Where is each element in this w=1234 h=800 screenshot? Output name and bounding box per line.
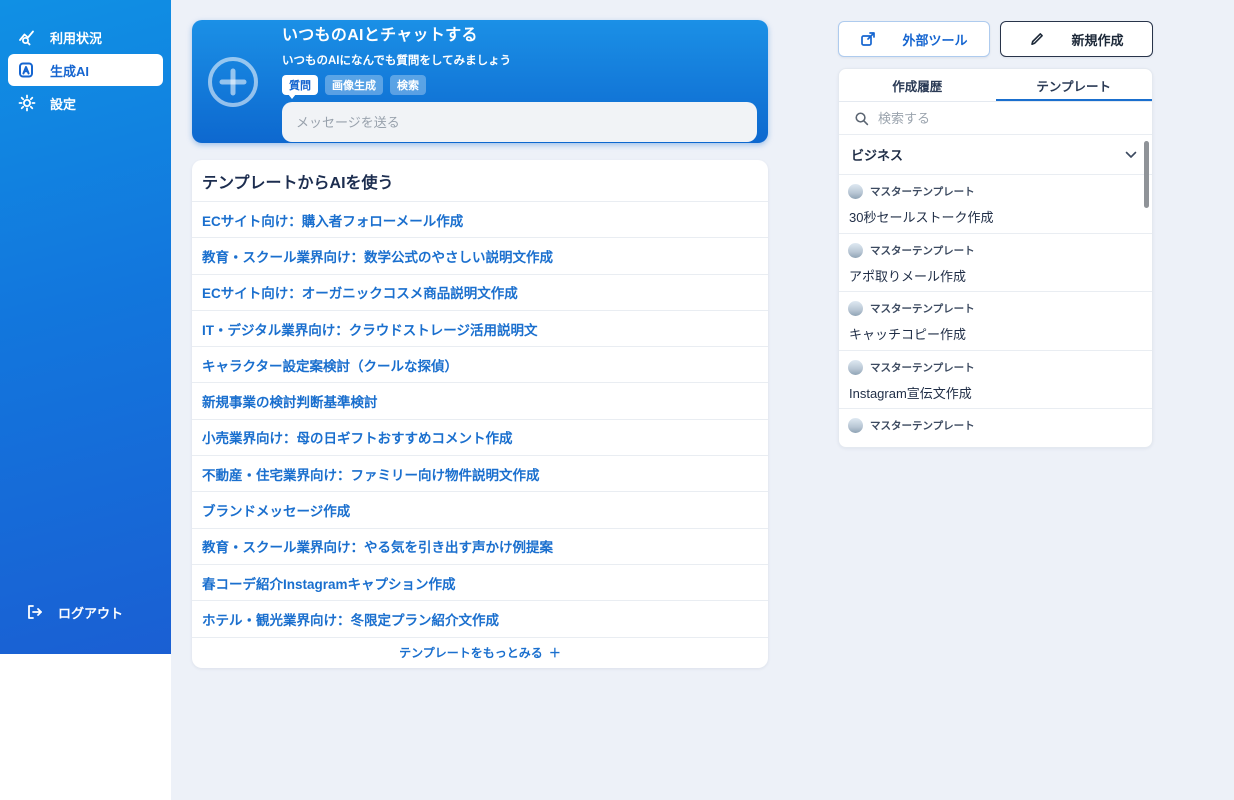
template-search bbox=[839, 102, 1152, 135]
template-title: Instagram宣伝文作成 bbox=[848, 383, 1140, 402]
new-create-button[interactable]: 新規作成 bbox=[1000, 21, 1153, 57]
panel-template-item[interactable]: マスターテンプレート 30秒セールストーク作成 bbox=[839, 175, 1152, 234]
usage-chart-icon bbox=[18, 28, 36, 46]
search-icon bbox=[854, 111, 869, 126]
mode-tags: 質問 画像生成 検索 bbox=[282, 75, 757, 95]
banner-subtitle: いつものAIになんでも質問をしてみましょう bbox=[282, 52, 757, 68]
template-link[interactable]: IT・デジタル業界向け：クラウドストレージ活用説明文 bbox=[192, 311, 768, 347]
templates-heading: テンプレートからAIを使う bbox=[192, 160, 768, 202]
banner-content: いつものAIとチャットする いつものAIになんでも質問をしてみましょう 質問 画… bbox=[282, 21, 757, 142]
logout-button[interactable]: ログアウト bbox=[16, 596, 171, 628]
template-title: キャッチコピー作成 bbox=[848, 324, 1140, 343]
tag-search[interactable]: 検索 bbox=[390, 75, 426, 95]
chevron-down-icon bbox=[1125, 151, 1137, 159]
message-input[interactable] bbox=[282, 102, 757, 142]
tag-question[interactable]: 質問 bbox=[282, 75, 318, 95]
template-link[interactable]: キャラクター設定案検討（クールな探偵） bbox=[192, 347, 768, 383]
template-badge: マスターテンプレート bbox=[870, 243, 975, 258]
tag-image-generation[interactable]: 画像生成 bbox=[325, 75, 383, 95]
templates-card: テンプレートからAIを使う ECサイト向け：購入者フォローメール作成 教育・スク… bbox=[192, 160, 768, 668]
avatar bbox=[848, 243, 863, 258]
tab-creation-history[interactable]: 作成履歴 bbox=[839, 69, 996, 101]
plus-icon: ＋ bbox=[549, 644, 561, 661]
avatar bbox=[848, 301, 863, 316]
banner-title: いつものAIとチャットする bbox=[282, 21, 757, 45]
panel-template-item[interactable]: マスターテンプレート アポ取りメール作成 bbox=[839, 234, 1152, 293]
template-link[interactable]: 教育・スクール業界向け：やる気を引き出す声かけ例提案 bbox=[192, 529, 768, 565]
template-badge: マスターテンプレート bbox=[870, 184, 975, 199]
sidebar-item-label: 設定 bbox=[50, 94, 76, 113]
template-badge: マスターテンプレート bbox=[870, 301, 975, 316]
panel-template-item[interactable]: マスターテンプレート Instagram宣伝文作成 bbox=[839, 351, 1152, 410]
category-label: ビジネス bbox=[851, 145, 903, 164]
sidebar-item-settings[interactable]: 設定 bbox=[8, 87, 163, 119]
category-business[interactable]: ビジネス bbox=[839, 135, 1152, 175]
sidebar-item-label: 生成AI bbox=[50, 61, 89, 80]
template-badge: マスターテンプレート bbox=[870, 360, 975, 375]
template-link[interactable]: ECサイト向け：オーガニックコスメ商品説明文作成 bbox=[192, 275, 768, 311]
new-create-label: 新規作成 bbox=[1071, 30, 1123, 49]
template-link[interactable]: 小売業界向け：母の日ギフトおすすめコメント作成 bbox=[192, 420, 768, 456]
template-badge: マスターテンプレート bbox=[870, 418, 975, 433]
chat-banner: いつものAIとチャットする いつものAIになんでも質問をしてみましょう 質問 画… bbox=[192, 20, 768, 143]
new-chat-plus-icon[interactable] bbox=[206, 55, 260, 109]
external-link-icon bbox=[860, 31, 876, 47]
see-more-templates-button[interactable]: テンプレートをもっとみる ＋ bbox=[192, 638, 768, 668]
template-link[interactable]: ホテル・観光業界向け：冬限定プラン紹介文作成 bbox=[192, 601, 768, 637]
template-title: 30秒セールストーク作成 bbox=[848, 207, 1140, 226]
pencil-icon bbox=[1029, 31, 1045, 47]
search-input[interactable] bbox=[878, 111, 1137, 126]
panel-scrollbar[interactable] bbox=[1144, 141, 1149, 208]
template-link[interactable]: ECサイト向け：購入者フォローメール作成 bbox=[192, 202, 768, 238]
sidebar: 利用状況 生成AI 設定 bbox=[0, 0, 171, 654]
sidebar-item-generative-ai[interactable]: 生成AI bbox=[8, 54, 163, 86]
template-link[interactable]: 不動産・住宅業界向け：ファミリー向け物件説明文作成 bbox=[192, 456, 768, 492]
logout-icon bbox=[26, 603, 44, 621]
template-link[interactable]: 春コーデ紹介Instagramキャプション作成 bbox=[192, 565, 768, 601]
external-tools-button[interactable]: 外部ツール bbox=[838, 21, 990, 57]
templates-panel: 作成履歴 テンプレート ビジネス マスターテンプレート 30秒セー bbox=[838, 68, 1153, 448]
sidebar-item-usage[interactable]: 利用状況 bbox=[8, 21, 163, 53]
app-window: 利用状況 生成AI 設定 bbox=[0, 0, 1234, 800]
see-more-label: テンプレートをもっとみる bbox=[399, 644, 543, 661]
generative-ai-icon bbox=[18, 61, 36, 79]
avatar bbox=[848, 184, 863, 199]
sidebar-item-label: 利用状況 bbox=[50, 28, 102, 47]
avatar bbox=[848, 418, 863, 433]
avatar bbox=[848, 360, 863, 375]
template-link[interactable]: 新規事業の検討判断基準検討 bbox=[192, 383, 768, 419]
panel-tabs: 作成履歴 テンプレート bbox=[839, 69, 1152, 102]
panel-template-item[interactable]: マスターテンプレート bbox=[839, 409, 1152, 448]
external-tools-label: 外部ツール bbox=[902, 30, 967, 49]
panel-template-item[interactable]: マスターテンプレート キャッチコピー作成 bbox=[839, 292, 1152, 351]
template-link[interactable]: ブランドメッセージ作成 bbox=[192, 492, 768, 528]
template-link[interactable]: 教育・スクール業界向け：数学公式のやさしい説明文作成 bbox=[192, 238, 768, 274]
logout-label: ログアウト bbox=[58, 603, 123, 622]
gear-icon bbox=[18, 94, 36, 112]
tab-templates[interactable]: テンプレート bbox=[996, 69, 1153, 101]
template-title: アポ取りメール作成 bbox=[848, 266, 1140, 285]
